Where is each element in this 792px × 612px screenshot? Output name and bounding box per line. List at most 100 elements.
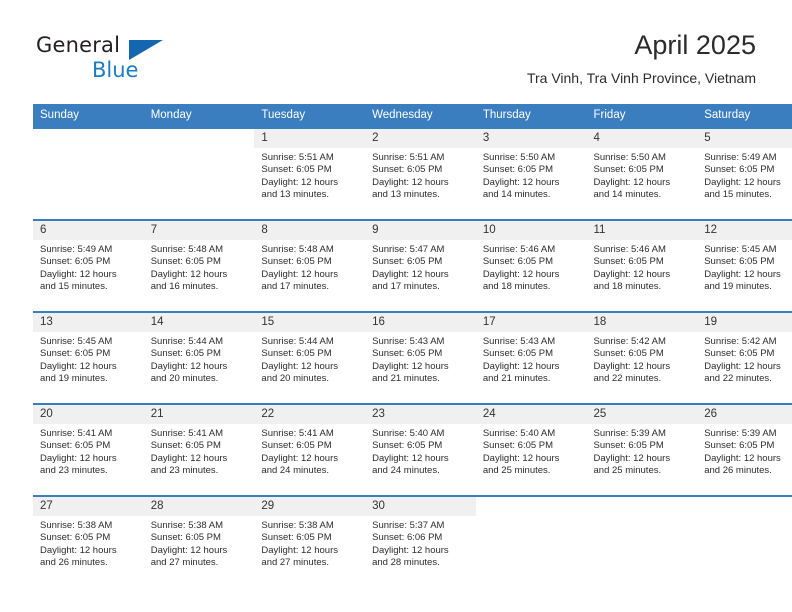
- day-cell[interactable]: 20 Sunrise: 5:41 AM Sunset: 6:05 PM Dayligh…: [33, 403, 144, 496]
- daylight-line2-text: and 20 minutes.: [150, 373, 219, 385]
- daylight-line1-text: Daylight: 12 hours: [593, 360, 671, 372]
- sunrise-text: Sunrise: 5:46 AM: [482, 244, 556, 255]
- day-cell[interactable]: 11 Sunrise: 5:46 AM Sunset: 6:05 PM Dayligh…: [586, 219, 698, 312]
- day-number: 25: [586, 405, 698, 424]
- day-cell-empty: [697, 495, 792, 587]
- sunrise-text: Sunrise: 5:43 AM: [372, 336, 445, 347]
- day-number: 4: [586, 129, 698, 148]
- day-cell-inner: 23 Sunrise: 5:40 AM Sunset: 6:05 PM Dayligh…: [365, 405, 476, 495]
- page-subtitle: Tra Vinh, Tra Vinh Province, Vietnam: [526, 70, 756, 86]
- daylight-line2-text: and 19 minutes.: [704, 281, 772, 293]
- daylight-line2-text: and 22 minutes.: [593, 373, 662, 385]
- day-cell[interactable]: 6 Sunrise: 5:49 AM Sunset: 6:05 PM Daylight…: [33, 219, 144, 312]
- day-cell[interactable]: 18 Sunrise: 5:42 AM Sunset: 6:05 PM Dayligh…: [586, 311, 698, 404]
- day-cell[interactable]: 22 Sunrise: 5:41 AM Sunset: 6:05 PM Dayligh…: [254, 403, 366, 496]
- day-cell[interactable]: 15 Sunrise: 5:44 AM Sunset: 6:05 PM Dayligh…: [254, 311, 366, 404]
- daylight-line1-text: Daylight: 12 hours: [593, 176, 671, 188]
- day-number: 2: [365, 129, 476, 148]
- day-details: Sunrise: 5:49 AM Sunset: 6:05 PM Daylight:…: [697, 148, 792, 202]
- day-cell[interactable]: 30 Sunrise: 5:37 AM Sunset: 6:06 PM Dayligh…: [365, 495, 476, 587]
- day-cell[interactable]: 14 Sunrise: 5:44 AM Sunset: 6:05 PM Dayligh…: [143, 311, 255, 404]
- day-details: Sunrise: 5:44 AM Sunset: 6:05 PM Daylight:…: [254, 332, 365, 386]
- daylight-line2-text: and 17 minutes.: [261, 281, 330, 293]
- day-cell[interactable]: 19 Sunrise: 5:42 AM Sunset: 6:05 PM Dayligh…: [697, 311, 792, 404]
- day-cell[interactable]: 17 Sunrise: 5:43 AM Sunset: 6:05 PM Dayligh…: [475, 311, 587, 404]
- sunrise-text: Sunrise: 5:43 AM: [482, 336, 556, 347]
- triangle-icon: [129, 40, 163, 60]
- day-cell-inner: 6 Sunrise: 5:49 AM Sunset: 6:05 PM Daylight…: [33, 221, 144, 311]
- day-details: Sunrise: 5:51 AM Sunset: 6:05 PM Daylight:…: [365, 148, 476, 202]
- general-blue-logo[interactable]: General Blue: [36, 33, 196, 85]
- sunrise-text: Sunrise: 5:51 AM: [372, 152, 445, 163]
- sunrise-text: Sunrise: 5:41 AM: [40, 428, 113, 439]
- day-cell[interactable]: 8 Sunrise: 5:48 AM Sunset: 6:05 PM Daylight…: [254, 219, 366, 312]
- day-cell[interactable]: 21 Sunrise: 5:41 AM Sunset: 6:05 PM Dayligh…: [143, 403, 255, 496]
- daylight-line1-text: Daylight: 12 hours: [40, 544, 117, 556]
- day-cell[interactable]: 29 Sunrise: 5:38 AM Sunset: 6:05 PM Dayligh…: [254, 495, 366, 587]
- day-cell-inner: 18 Sunrise: 5:42 AM Sunset: 6:05 PM Dayligh…: [586, 313, 698, 403]
- daylight-line1-text: Daylight: 12 hours: [482, 452, 560, 464]
- day-details: Sunrise: 5:45 AM Sunset: 6:05 PM Daylight:…: [33, 332, 144, 386]
- calendar-week-row: 20 Sunrise: 5:41 AM Sunset: 6:05 PM Dayligh…: [33, 403, 792, 496]
- calendar-header-row: Sunday Monday Tuesday Wednesday Thursday Frid…: [33, 104, 792, 128]
- day-cell[interactable]: 13 Sunrise: 5:45 AM Sunset: 6:05 PM Dayligh…: [33, 311, 144, 404]
- day-cell-empty: [33, 127, 144, 220]
- day-cell[interactable]: 7 Sunrise: 5:48 AM Sunset: 6:05 PM Daylight…: [143, 219, 255, 312]
- day-number: 7: [143, 221, 255, 240]
- day-number: 14: [143, 313, 255, 332]
- title-block: April 2025 Tra Vinh, Tra Vinh Province, …: [527, 28, 756, 88]
- day-cell[interactable]: 2 Sunrise: 5:51 AM Sunset: 6:05 PM Daylight…: [365, 127, 476, 220]
- sunset-text: Sunset: 6:05 PM: [482, 164, 554, 176]
- day-number: 11: [586, 221, 698, 240]
- day-number: 22: [254, 405, 366, 424]
- daylight-line2-text: and 26 minutes.: [40, 557, 108, 569]
- day-number: 20: [33, 405, 144, 424]
- sunrise-text: Sunrise: 5:42 AM: [593, 336, 666, 347]
- weekday-header-wednesday: Wednesday: [365, 104, 476, 128]
- day-details: Sunrise: 5:37 AM Sunset: 6:06 PM Daylight:…: [365, 516, 476, 570]
- sunrise-text: Sunrise: 5:41 AM: [150, 428, 224, 439]
- day-cell[interactable]: 1 Sunrise: 5:51 AM Sunset: 6:05 PM Daylight…: [254, 127, 366, 220]
- day-cell[interactable]: 12 Sunrise: 5:45 AM Sunset: 6:05 PM Dayligh…: [697, 219, 792, 312]
- sunset-text: Sunset: 6:06 PM: [372, 532, 443, 544]
- daylight-line2-text: and 15 minutes.: [40, 281, 108, 293]
- day-details: Sunrise: 5:48 AM Sunset: 6:05 PM Daylight:…: [254, 240, 365, 294]
- day-cell[interactable]: 23 Sunrise: 5:40 AM Sunset: 6:05 PM Dayligh…: [365, 403, 476, 496]
- day-details: Sunrise: 5:51 AM Sunset: 6:05 PM Daylight:…: [254, 148, 365, 202]
- day-cell-inner: 7 Sunrise: 5:48 AM Sunset: 6:05 PM Daylight…: [143, 221, 255, 311]
- daylight-line2-text: and 25 minutes.: [593, 465, 662, 477]
- sunrise-text: Sunrise: 5:38 AM: [150, 520, 224, 531]
- sunset-text: Sunset: 6:05 PM: [704, 440, 775, 452]
- day-cell[interactable]: 27 Sunrise: 5:38 AM Sunset: 6:05 PM Dayligh…: [33, 495, 144, 587]
- sunset-text: Sunset: 6:05 PM: [704, 256, 775, 268]
- daylight-line1-text: Daylight: 12 hours: [482, 268, 560, 280]
- daylight-line2-text: and 20 minutes.: [261, 373, 330, 385]
- day-cell[interactable]: 26 Sunrise: 5:39 AM Sunset: 6:05 PM Dayligh…: [697, 403, 792, 496]
- daylight-line1-text: Daylight: 12 hours: [704, 452, 781, 464]
- day-cell[interactable]: 9 Sunrise: 5:47 AM Sunset: 6:05 PM Daylight…: [365, 219, 476, 312]
- sunrise-text: Sunrise: 5:37 AM: [372, 520, 445, 531]
- day-cell[interactable]: 5 Sunrise: 5:49 AM Sunset: 6:05 PM Daylight…: [697, 127, 792, 220]
- day-cell[interactable]: 10 Sunrise: 5:46 AM Sunset: 6:05 PM Dayligh…: [475, 219, 587, 312]
- daylight-line1-text: Daylight: 12 hours: [40, 452, 117, 464]
- daylight-line1-text: Daylight: 12 hours: [372, 544, 449, 556]
- weekday-header-thursday: Thursday: [475, 104, 587, 128]
- day-cell[interactable]: 4 Sunrise: 5:50 AM Sunset: 6:05 PM Daylight…: [586, 127, 698, 220]
- day-details: Sunrise: 5:43 AM Sunset: 6:05 PM Daylight:…: [476, 332, 587, 386]
- sunrise-text: Sunrise: 5:38 AM: [261, 520, 334, 531]
- day-cell[interactable]: 16 Sunrise: 5:43 AM Sunset: 6:05 PM Dayligh…: [365, 311, 476, 404]
- day-cell[interactable]: 24 Sunrise: 5:40 AM Sunset: 6:05 PM Dayligh…: [475, 403, 587, 496]
- day-cell-inner: [476, 497, 587, 587]
- sunrise-text: Sunrise: 5:40 AM: [372, 428, 445, 439]
- day-cell[interactable]: 3 Sunrise: 5:50 AM Sunset: 6:05 PM Daylight…: [475, 127, 587, 220]
- daylight-line2-text: and 23 minutes.: [40, 465, 108, 477]
- sunrise-text: Sunrise: 5:41 AM: [261, 428, 334, 439]
- daylight-line2-text: and 22 minutes.: [704, 373, 772, 385]
- day-cell-inner: [33, 129, 144, 219]
- day-cell[interactable]: 25 Sunrise: 5:39 AM Sunset: 6:05 PM Dayligh…: [586, 403, 698, 496]
- day-cell[interactable]: 28 Sunrise: 5:38 AM Sunset: 6:05 PM Dayligh…: [143, 495, 255, 587]
- day-details: Sunrise: 5:43 AM Sunset: 6:05 PM Daylight:…: [365, 332, 476, 386]
- weekday-header-saturday: Saturday: [697, 104, 792, 128]
- daylight-line2-text: and 14 minutes.: [593, 189, 662, 201]
- daylight-line1-text: Daylight: 12 hours: [40, 268, 117, 280]
